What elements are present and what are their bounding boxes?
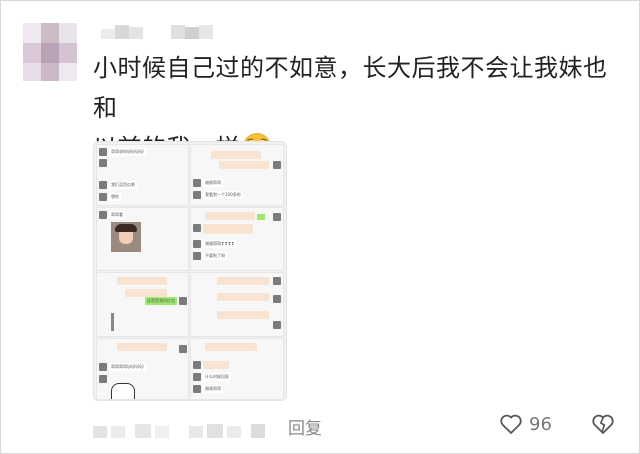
- chat-panel-5: 这是是我的红包: [96, 272, 189, 337]
- chat-message: 我们买西瓜吧: [109, 181, 137, 189]
- chat-panel-2: 谢谢哥哥 我看到一个100多的: [190, 144, 284, 206]
- chat-message: 哥哥哥哥🐱🐱🐱🐱: [109, 363, 146, 371]
- chat-message: 谢谢哥哥: [203, 385, 223, 393]
- chat-message: 想吃: [109, 193, 121, 201]
- like-count: 96: [529, 414, 552, 435]
- chat-message: 谢谢哥哥: [203, 179, 223, 187]
- child-photo: [111, 222, 141, 252]
- chat-message: 这是是我的红包: [145, 297, 177, 305]
- chat-message: 我看到一个100多的: [203, 191, 243, 199]
- chat-panel-7: 哥哥哥哥🐱🐱🐱🐱: [96, 338, 189, 400]
- panda-sticker: [111, 383, 135, 399]
- reply-button[interactable]: 回复: [288, 414, 322, 439]
- chat-message: 什么时候回家: [203, 373, 231, 381]
- username[interactable]: [101, 23, 231, 45]
- chat-screenshot-image[interactable]: 哥哥求你🐱🐱🐱🐱 我们买西瓜吧 想吃 谢谢哥哥 我看到一个100多的 哥哥看 谢…: [93, 141, 287, 401]
- comment-actions: 回复 96: [1, 406, 640, 446]
- comment-line-1: 小时候自己过的不如意，长大后我不会让我妹也和: [93, 54, 608, 122]
- chat-message: 哥哥看: [109, 211, 125, 219]
- chat-panel-8: 什么时候回家 谢谢哥哥: [190, 338, 284, 400]
- chat-panel-1: 哥哥求你🐱🐱🐱🐱 我们买西瓜吧 想吃: [96, 144, 189, 206]
- avatar[interactable]: [23, 23, 77, 81]
- heart-outline-icon[interactable]: [498, 411, 524, 437]
- comment-card: 小时候自己过的不如意，长大后我不会让我妹也和 以前的我一样 哥哥求你🐱🐱🐱🐱: [0, 0, 640, 454]
- chat-message: 哥哥求你🐱🐱🐱🐱: [109, 148, 146, 156]
- broken-heart-icon[interactable]: [590, 411, 616, 437]
- chat-panel-6: [190, 272, 284, 337]
- chat-panel-3: 哥哥看: [96, 207, 189, 271]
- chat-message: 不要啦了呀: [203, 252, 227, 260]
- chat-panel-4: 谢谢哥哥❣❣❣❣ 不要啦了呀: [190, 207, 284, 271]
- chat-message: 谢谢哥哥❣❣❣❣: [203, 240, 237, 248]
